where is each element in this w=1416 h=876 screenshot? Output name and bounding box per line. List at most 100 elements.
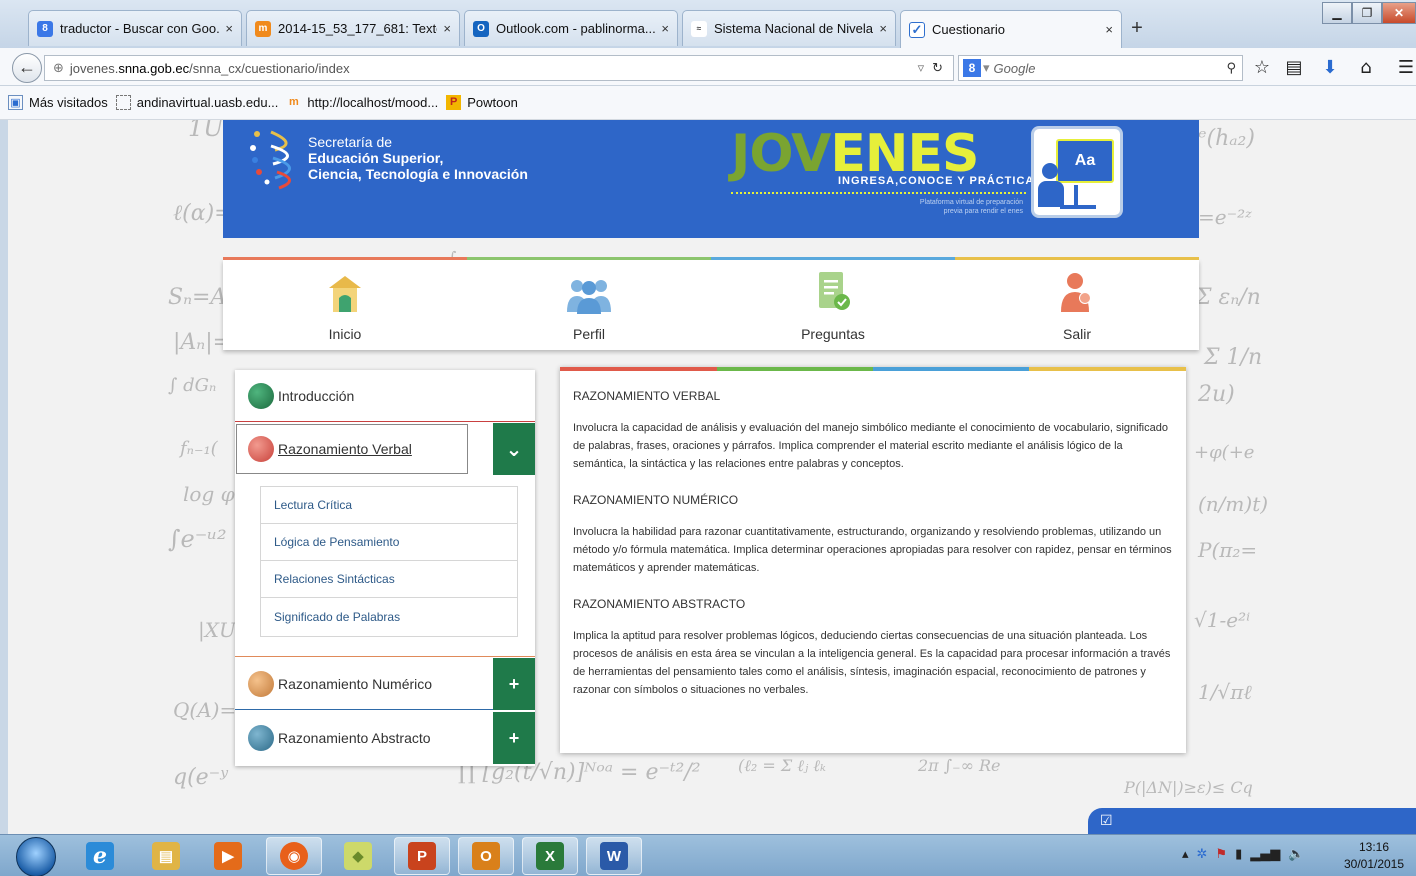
tab-title: 2014-15_53_177_681: Texto...: [278, 21, 438, 36]
new-tab-button[interactable]: +: [1125, 14, 1149, 42]
volume-icon[interactable]: 🔈: [1288, 847, 1304, 862]
close-tab-icon[interactable]: ×: [225, 21, 233, 36]
back-button[interactable]: ←: [12, 53, 42, 83]
subitem-significado-palabras[interactable]: Significado de Palabras: [260, 597, 518, 637]
sub-slogan: Plataforma virtual de preparación previa…: [919, 199, 1023, 215]
expand-plus-icon[interactable]: +: [493, 658, 535, 710]
content-strip-4: [1029, 367, 1186, 371]
outlook-icon: O: [472, 842, 500, 870]
search-bar[interactable]: 8 ▾ Google ⚲: [958, 55, 1243, 81]
sidebar-item-introduccion[interactable]: Introducción: [235, 370, 535, 422]
taskbar-ie[interactable]: e: [72, 837, 128, 875]
close-tab-icon[interactable]: ×: [879, 21, 887, 36]
menu-perfil[interactable]: Perfil: [467, 268, 711, 348]
show-hidden-icons-arrow[interactable]: ▴: [1182, 847, 1189, 862]
minimize-button[interactable]: ▁: [1322, 2, 1352, 24]
powtoon-icon: P: [446, 95, 462, 110]
teacher-board-icon: Aa: [1031, 126, 1123, 218]
site-header-banner: Secretaría de Educación Superior, Cienci…: [223, 120, 1199, 238]
brand-part-a: JOV: [731, 124, 831, 184]
taskbar-firefox[interactable]: ◉: [266, 837, 322, 875]
bookmark-mas-visitados[interactable]: ▣ Más visitados: [8, 95, 108, 110]
reload-icon[interactable]: ↻: [932, 61, 943, 76]
sec-line2: Educación Superior,: [308, 150, 444, 166]
document-check-icon: [819, 272, 850, 310]
taskbar-media-player[interactable]: ▶: [200, 837, 256, 875]
snna-icon: ≈: [691, 20, 707, 37]
sidebar-item-razonamiento-verbal[interactable]: Razonamiento Verbal ⌄: [235, 423, 535, 475]
taskbar-sticky-notes[interactable]: ◆: [330, 837, 386, 875]
engine-dropdown-icon[interactable]: ▾: [983, 60, 990, 76]
bookmark-star-icon[interactable]: ☆: [1250, 56, 1274, 80]
bookmark-powtoon[interactable]: P Powtoon: [446, 95, 518, 110]
menu-label: Preguntas: [801, 326, 865, 342]
outlook-icon: O: [473, 20, 489, 37]
expand-plus-icon[interactable]: +: [493, 712, 535, 764]
close-tab-icon[interactable]: ×: [1105, 22, 1113, 37]
bookmarks-toolbar: ▣ Más visitados andinavirtual.uasb.edu..…: [0, 86, 1416, 120]
maximize-button[interactable]: ❐: [1352, 2, 1382, 24]
close-tab-icon[interactable]: ×: [443, 21, 451, 36]
bookmark-localhost[interactable]: m http://localhost/mood...: [286, 95, 438, 110]
collapse-chevron-icon[interactable]: ⌄: [493, 423, 535, 475]
subitem-logica-pensamiento[interactable]: Lógica de Pensamiento: [260, 523, 518, 561]
start-button[interactable]: [16, 837, 56, 876]
search-icon[interactable]: ⚲: [1226, 61, 1236, 76]
address-bar[interactable]: ⊕ jovenes. snna.gob.ec/snna_cx/cuestionar…: [44, 55, 954, 81]
tab-moodle[interactable]: m 2014-15_53_177_681: Texto... ×: [246, 10, 460, 46]
network-share-icon[interactable]: ✲: [1197, 847, 1208, 862]
signal-icon[interactable]: ▂▄▆: [1250, 847, 1280, 862]
google-icon: 8: [37, 20, 53, 37]
tab-title: traductor - Buscar con Goo...: [60, 21, 220, 36]
media-player-icon: ▶: [214, 842, 242, 870]
subitem-lectura-critica[interactable]: Lectura Crítica: [260, 486, 518, 524]
tab-snna[interactable]: ≈ Sistema Nacional de Nivela... ×: [682, 10, 896, 46]
menu-label: Salir: [1062, 326, 1091, 342]
taskbar-explorer[interactable]: ▤: [138, 837, 194, 875]
google-icon[interactable]: 8: [963, 59, 981, 77]
sidebar-item-razonamiento-abstracto[interactable]: Razonamiento Abstracto +: [235, 712, 535, 764]
battery-icon[interactable]: ▮: [1235, 847, 1242, 862]
focus-outline: [236, 424, 468, 474]
bookmark-label: Más visitados: [29, 95, 108, 110]
section-title-numerico: RAZONAMIENTO NUMÉRICO: [573, 493, 739, 507]
menu-preguntas[interactable]: Preguntas: [711, 268, 955, 348]
people-icon: [567, 280, 611, 314]
green-bullet-icon: [248, 382, 274, 409]
sidebar-label: Introducción: [278, 387, 355, 404]
menu-icon[interactable]: ☰: [1394, 56, 1416, 80]
blue-bullet-icon: [248, 725, 274, 751]
bookmark-label: Powtoon: [467, 95, 518, 110]
page-icon: [115, 95, 131, 110]
taskbar-word[interactable]: W: [586, 837, 642, 875]
subitem-label: Relaciones Sintácticas: [274, 572, 395, 586]
section-text-verbal: Involucra la capacidad de análisis y eva…: [573, 422, 1168, 470]
download-icon[interactable]: ⬇: [1318, 56, 1342, 80]
tab-cuestionario[interactable]: ✓ Cuestionario ×: [900, 10, 1122, 48]
sidebar-item-razonamiento-numerico[interactable]: Razonamiento Numérico +: [235, 658, 535, 710]
close-tab-icon[interactable]: ×: [661, 21, 669, 36]
menu-salir[interactable]: Salir: [955, 268, 1199, 348]
dropdown-arrow-icon[interactable]: ▿: [918, 61, 925, 76]
home-icon[interactable]: ⌂: [1354, 56, 1378, 80]
system-clock[interactable]: 13:16 30/01/2015: [1336, 839, 1412, 873]
bookmark-andinavirtual[interactable]: andinavirtual.uasb.edu...: [115, 95, 279, 110]
url-path: /snna_cx/cuestionario/index: [189, 60, 350, 76]
home-icon: [329, 276, 361, 312]
menu-inicio[interactable]: Inicio: [223, 268, 467, 348]
tab-outlook[interactable]: O Outlook.com - pablinorma... ×: [464, 10, 678, 46]
window-close-button[interactable]: ✕: [1382, 2, 1416, 24]
ie-icon: e: [86, 842, 114, 870]
subitem-relaciones-sintacticas[interactable]: Relaciones Sintácticas: [260, 560, 518, 598]
security-alert-icon[interactable]: ⚑: [1215, 847, 1227, 862]
taskbar-outlook[interactable]: O: [458, 837, 514, 875]
menu-strip-4: [955, 257, 1199, 260]
word-icon: W: [600, 842, 628, 870]
tab-traductor[interactable]: 8 traductor - Buscar con Goo... ×: [28, 10, 242, 46]
bookmark-label: andinavirtual.uasb.edu...: [136, 95, 279, 110]
bookmarks-list-icon[interactable]: ▤: [1282, 56, 1306, 80]
taskbar-excel[interactable]: X: [522, 837, 578, 875]
moodle-icon: m: [255, 20, 271, 37]
chat-tab[interactable]: ☑: [1088, 808, 1416, 834]
taskbar-powerpoint[interactable]: P: [394, 837, 450, 875]
